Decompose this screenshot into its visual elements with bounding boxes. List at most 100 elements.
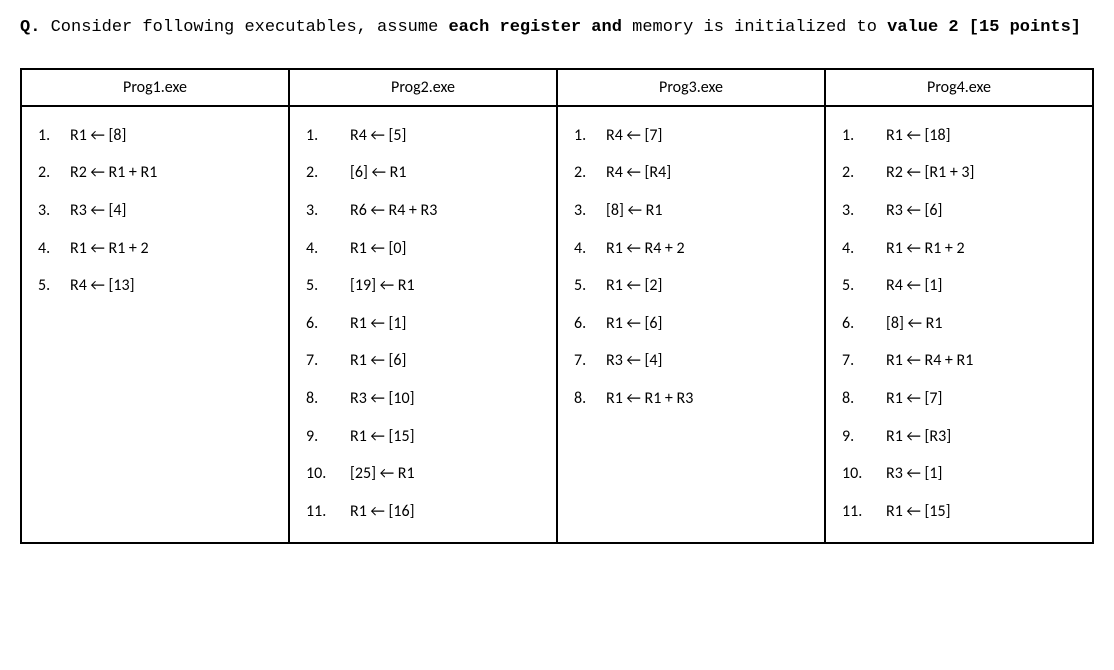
question-text: Q. Consider following executables, assum… xyxy=(20,16,1094,40)
instruction-text: R4 ← [5] xyxy=(350,117,406,155)
instruction-row: 5.R4 ← [13] xyxy=(38,267,278,305)
instruction-text: R1 ← [6] xyxy=(606,305,662,343)
instruction-row: 7.R1 ← R4 + R1 xyxy=(842,342,1082,380)
programs-table: Prog1.exeProg2.exeProg3.exeProg4.exe 1.R… xyxy=(20,68,1094,545)
instruction-number: 8. xyxy=(306,380,350,418)
instruction-number: 3. xyxy=(574,192,606,230)
instruction-row: 1.R4 ← [5] xyxy=(306,117,546,155)
question-pre: Consider following executables, assume xyxy=(40,18,448,37)
instruction-text: R1 ← [1] xyxy=(350,305,406,343)
instruction-text: [8] ← R1 xyxy=(886,305,942,343)
instruction-number: 6. xyxy=(574,305,606,343)
instruction-row: 3.R3 ← [6] xyxy=(842,192,1082,230)
instruction-text: R1 ← [15] xyxy=(886,493,951,531)
instruction-row: 8.R1 ← R1 + R3 xyxy=(574,380,814,418)
instruction-number: 3. xyxy=(842,192,886,230)
instruction-row: 9.R1 ← [R3] xyxy=(842,418,1082,456)
instruction-number: 3. xyxy=(306,192,350,230)
instruction-row: 6.[8] ← R1 xyxy=(842,305,1082,343)
instruction-number: 7. xyxy=(306,342,350,380)
instruction-text: [6] ← R1 xyxy=(350,154,406,192)
instruction-row: 1.R1 ← [8] xyxy=(38,117,278,155)
instruction-list: 1.R1 ← [8]2.R2 ← R1 + R13.R3 ← [4]4.R1 ←… xyxy=(38,117,278,305)
instruction-number: 10. xyxy=(842,455,886,493)
instruction-text: R1 ← [16] xyxy=(350,493,415,531)
instruction-text: R4 ← [1] xyxy=(886,267,942,305)
instruction-row: 2.R2 ← R1 + R1 xyxy=(38,154,278,192)
column-header: Prog2.exe xyxy=(289,69,557,106)
instruction-number: 3. xyxy=(38,192,70,230)
instruction-number: 5. xyxy=(38,267,70,305)
instruction-text: [8] ← R1 xyxy=(606,192,662,230)
instruction-number: 10. xyxy=(306,455,350,493)
instruction-number: 2. xyxy=(306,154,350,192)
instruction-text: R1 ← R4 + 2 xyxy=(606,230,685,268)
instruction-number: 7. xyxy=(574,342,606,380)
column-header: Prog3.exe xyxy=(557,69,825,106)
instruction-number: 5. xyxy=(306,267,350,305)
instruction-row: 11.R1 ← [16] xyxy=(306,493,546,531)
instruction-row: 8.R1 ← [7] xyxy=(842,380,1082,418)
instruction-number: 4. xyxy=(38,230,70,268)
instruction-row: 5.R1 ← [2] xyxy=(574,267,814,305)
instruction-number: 2. xyxy=(38,154,70,192)
instruction-row: 2.[6] ← R1 xyxy=(306,154,546,192)
instruction-row: 6.R1 ← [6] xyxy=(574,305,814,343)
instruction-number: 8. xyxy=(842,380,886,418)
instruction-number: 4. xyxy=(574,230,606,268)
instruction-text: R1 ← R1 + 2 xyxy=(70,230,149,268)
instruction-number: 2. xyxy=(574,154,606,192)
instruction-row: 2.R2 ← [R1 + 3] xyxy=(842,154,1082,192)
instruction-text: R1 ← R4 + R1 xyxy=(886,342,973,380)
question-bold2: value 2 [15 points] xyxy=(887,18,1081,37)
table-body-row: 1.R1 ← [8]2.R2 ← R1 + R13.R3 ← [4]4.R1 ←… xyxy=(21,106,1093,544)
instruction-row: 4.R1 ← R1 + 2 xyxy=(842,230,1082,268)
instruction-number: 8. xyxy=(574,380,606,418)
question-mid: memory is initialized to xyxy=(622,18,887,37)
instruction-row: 4.R1 ← [0] xyxy=(306,230,546,268)
question-bold1: each register and xyxy=(448,18,621,37)
instruction-text: R1 ← [6] xyxy=(350,342,406,380)
instruction-text: R1 ← [15] xyxy=(350,418,415,456)
instruction-row: 9.R1 ← [15] xyxy=(306,418,546,456)
instruction-list: 1.R4 ← [5]2.[6] ← R13.R6 ← R4 + R34.R1 ←… xyxy=(306,117,546,531)
instruction-row: 1.R4 ← [7] xyxy=(574,117,814,155)
instruction-row: 11.R1 ← [15] xyxy=(842,493,1082,531)
instruction-text: R1 ← R1 + 2 xyxy=(886,230,965,268)
instruction-text: [19] ← R1 xyxy=(350,267,415,305)
instruction-number: 11. xyxy=(842,493,886,531)
instruction-row: 5.R4 ← [1] xyxy=(842,267,1082,305)
instruction-text: R1 ← R1 + R3 xyxy=(606,380,693,418)
instruction-number: 4. xyxy=(306,230,350,268)
instruction-row: 5.[19] ← R1 xyxy=(306,267,546,305)
instruction-text: R3 ← [1] xyxy=(886,455,942,493)
instruction-text: R4 ← [7] xyxy=(606,117,662,155)
instruction-text: R1 ← [0] xyxy=(350,230,406,268)
instruction-row: 10.[25] ← R1 xyxy=(306,455,546,493)
instruction-number: 7. xyxy=(842,342,886,380)
instruction-number: 1. xyxy=(38,117,70,155)
instruction-text: R1 ← [8] xyxy=(70,117,126,155)
instruction-row: 7.R3 ← [4] xyxy=(574,342,814,380)
column-header: Prog4.exe xyxy=(825,69,1093,106)
instruction-row: 1.R1 ← [18] xyxy=(842,117,1082,155)
program-cell: 1.R1 ← [18]2.R2 ← [R1 + 3]3.R3 ← [6]4.R1… xyxy=(825,106,1093,544)
instruction-row: 4.R1 ← R4 + 2 xyxy=(574,230,814,268)
instruction-row: 8.R3 ← [10] xyxy=(306,380,546,418)
instruction-row: 7.R1 ← [6] xyxy=(306,342,546,380)
instruction-row: 4.R1 ← R1 + 2 xyxy=(38,230,278,268)
program-cell: 1.R4 ← [7]2.R4 ← [R4]3.[8] ← R14.R1 ← R4… xyxy=(557,106,825,544)
instruction-text: R3 ← [10] xyxy=(350,380,415,418)
program-cell: 1.R4 ← [5]2.[6] ← R13.R6 ← R4 + R34.R1 ←… xyxy=(289,106,557,544)
instruction-number: 6. xyxy=(842,305,886,343)
column-header: Prog1.exe xyxy=(21,69,289,106)
instruction-number: 9. xyxy=(306,418,350,456)
program-cell: 1.R1 ← [8]2.R2 ← R1 + R13.R3 ← [4]4.R1 ←… xyxy=(21,106,289,544)
instruction-text: R1 ← [7] xyxy=(886,380,942,418)
instruction-list: 1.R1 ← [18]2.R2 ← [R1 + 3]3.R3 ← [6]4.R1… xyxy=(842,117,1082,531)
instruction-number: 1. xyxy=(842,117,886,155)
instruction-row: 10.R3 ← [1] xyxy=(842,455,1082,493)
instruction-row: 2.R4 ← [R4] xyxy=(574,154,814,192)
instruction-number: 5. xyxy=(842,267,886,305)
instruction-number: 1. xyxy=(574,117,606,155)
